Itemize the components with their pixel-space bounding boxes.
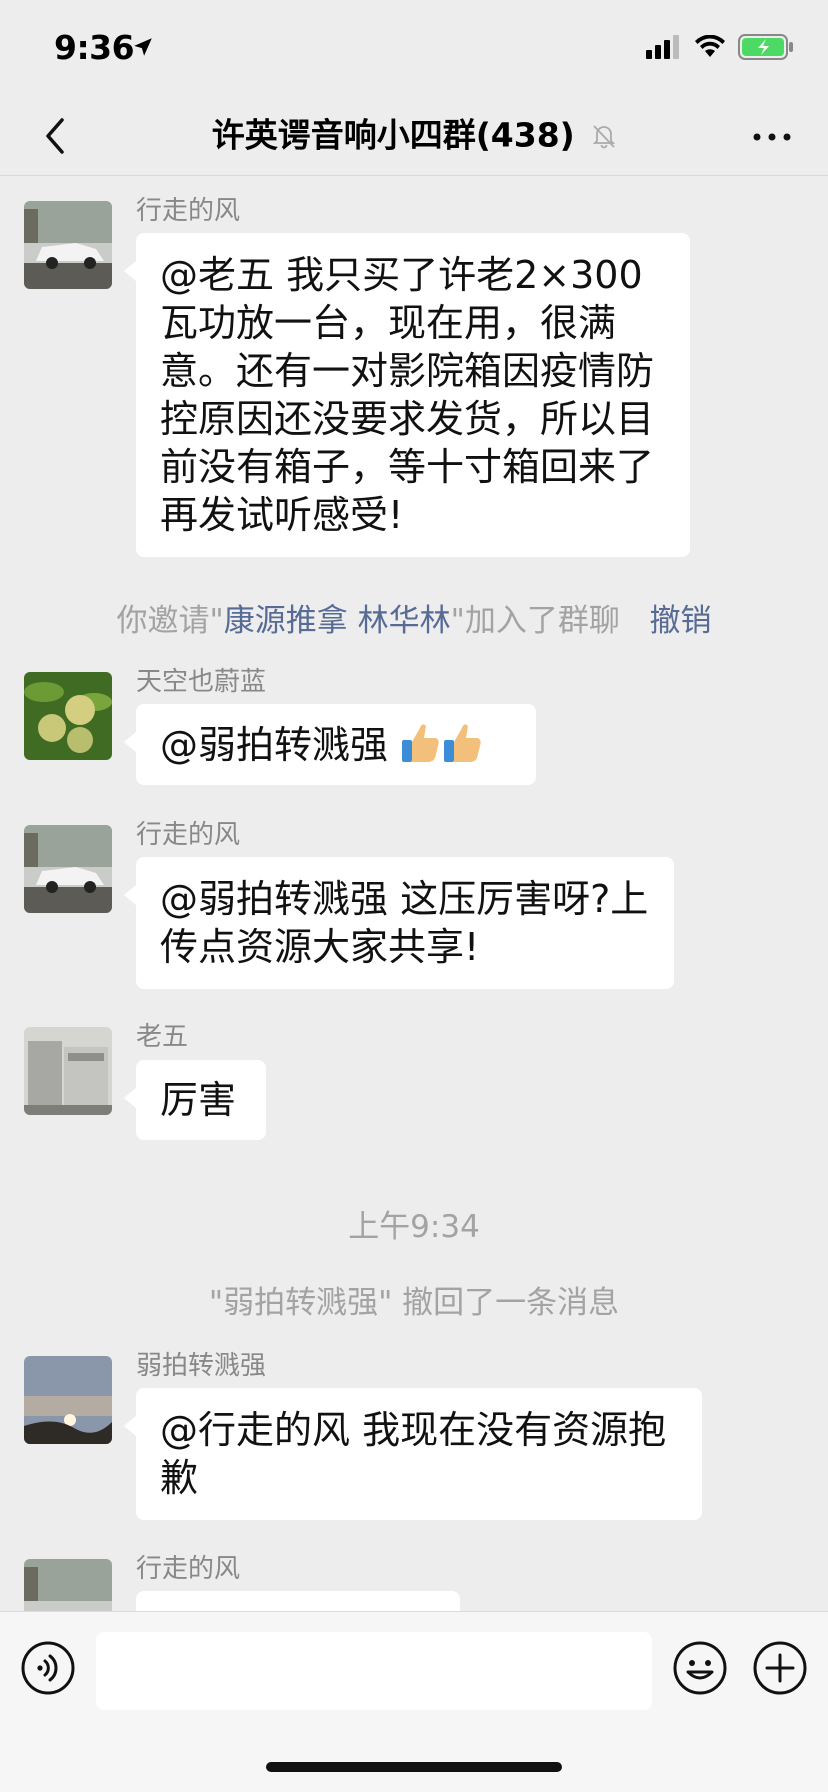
emoji-icon[interactable] <box>672 1640 728 1696</box>
message-text: @弱拍转溅强 <box>160 723 401 767</box>
thumbs-up-icon <box>402 724 439 762</box>
sender-name: 天空也蔚蓝 <box>136 667 267 697</box>
signal-icon <box>646 35 679 59</box>
location-arrow-icon <box>134 38 152 56</box>
message-bubble[interactable]: 厉害 <box>124 1060 266 1140</box>
avatar-car-image <box>24 201 112 289</box>
message-bubble[interactable] <box>136 1591 460 1611</box>
avatar[interactable] <box>24 1027 112 1115</box>
chat-title-text: 许英谔音响小四群(438) <box>211 115 575 155</box>
avatar[interactable] <box>24 672 112 760</box>
sender-name: 弱拍转溅强 <box>136 1351 267 1381</box>
message-bubble[interactable]: @弱拍转溅强 这压厉害呀?上传点资源大家共享! <box>124 857 674 989</box>
message-bubble[interactable]: @行走的风 我现在没有资源抱歉 <box>124 1388 702 1520</box>
message-bubble[interactable]: @老五 我只买了许老2×300瓦功放一台，现在用，很满意。还有一对影院箱因疫情防… <box>124 233 690 557</box>
more-dots-icon[interactable] <box>750 122 794 152</box>
avatar[interactable] <box>24 1559 112 1611</box>
nav-bar: 许英谔音响小四群(438) <box>0 96 828 176</box>
invite-suffix: "加入了群聊 <box>450 603 620 639</box>
timestamp: 上午9:34 <box>348 1209 480 1245</box>
avatar-machine-image <box>24 1027 112 1115</box>
chat-area[interactable]: 行走的风 @老五 我只买了许老2×300瓦功放一台，现在用，很满意。还有一对影院… <box>0 177 828 1611</box>
plus-icon[interactable] <box>752 1640 808 1696</box>
sender-name: 老五 <box>136 1022 189 1052</box>
chat-title: 许英谔音响小四群(438) <box>0 108 828 162</box>
home-indicator[interactable] <box>266 1762 562 1772</box>
avatar[interactable] <box>24 201 112 289</box>
sender-name: 行走的风 <box>136 1554 241 1584</box>
sender-name: 行走的风 <box>136 820 241 850</box>
system-invite-notice: 你邀请"康源推拿 林华林"加入了群聊 撤销 <box>0 595 828 640</box>
undo-link[interactable]: 撤销 <box>649 603 711 639</box>
avatar-sunset-image <box>24 1356 112 1444</box>
thumbs-up-icon <box>444 724 481 762</box>
avatar-car-image <box>24 1559 112 1611</box>
avatar-fruit-image <box>24 672 112 760</box>
status-bar: 9:36 <box>0 0 828 96</box>
battery-icon <box>738 34 793 60</box>
bell-off-icon <box>593 124 616 148</box>
invite-prefix: 你邀请" <box>116 603 224 639</box>
avatar[interactable] <box>24 1356 112 1444</box>
invite-names-link[interactable]: 康源推拿 林华林 <box>224 603 451 639</box>
recall-notice: "弱拍转溅强" 撤回了一条消息 <box>208 1285 620 1321</box>
wifi-icon <box>695 35 725 57</box>
message-input[interactable] <box>96 1632 652 1710</box>
sender-name: 行走的风 <box>136 196 241 226</box>
message-bubble[interactable]: @弱拍转溅强 <box>124 704 536 785</box>
avatar-car-image <box>24 825 112 913</box>
status-right <box>646 34 794 60</box>
voice-icon[interactable] <box>20 1640 76 1696</box>
avatar[interactable] <box>24 825 112 913</box>
status-time: 9:36 <box>54 28 135 67</box>
